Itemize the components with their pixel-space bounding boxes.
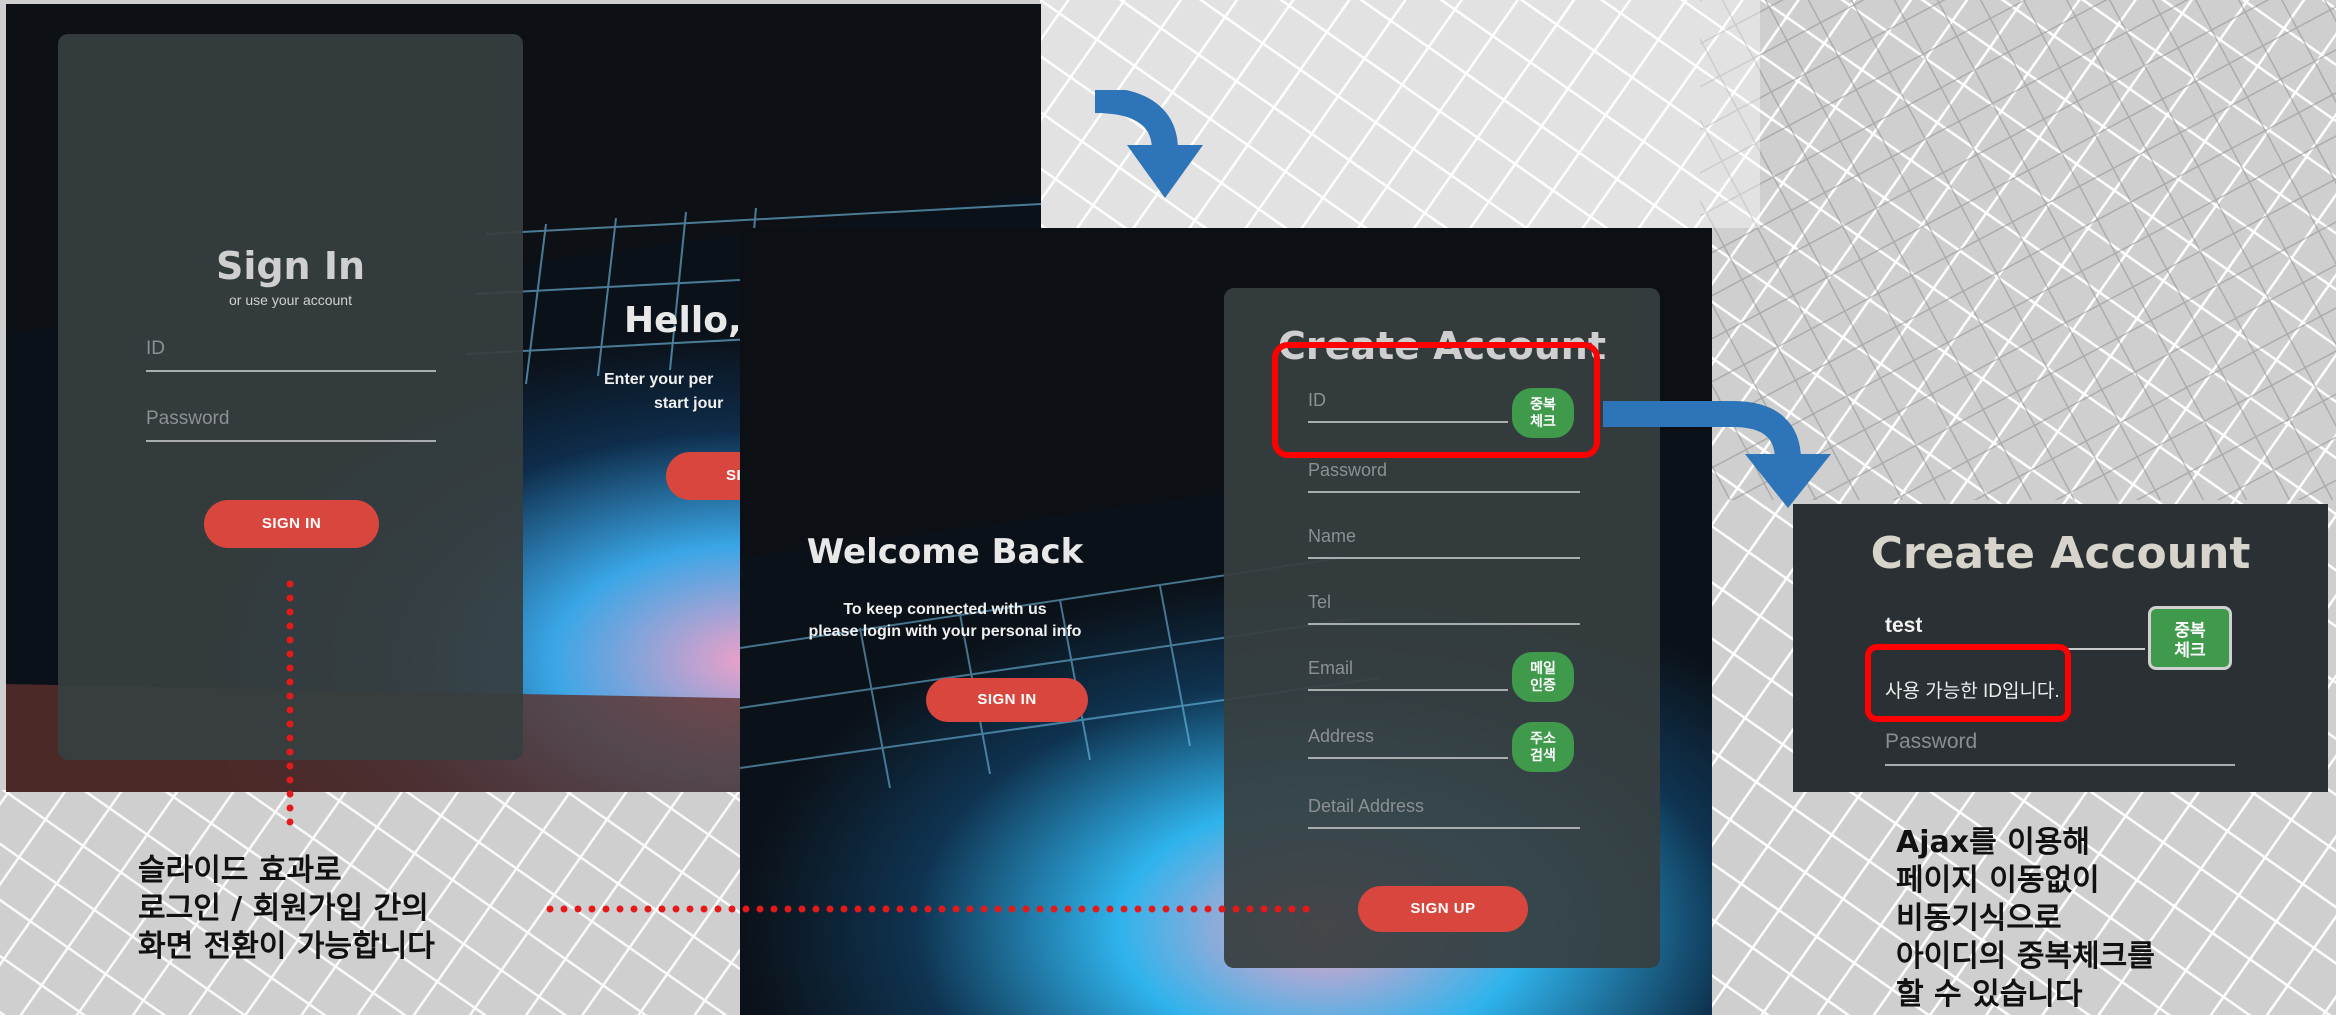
ajax-note-line4: 아이디의 중복체크를 [1896, 939, 2155, 974]
slide-note-line3: 화면 전환이 가능합니다 [138, 929, 435, 964]
ajax-note-line1: Ajax를 이용해 [1896, 825, 2090, 860]
slide-note-line2: 로그인 / 회원가입 간의 [138, 891, 429, 926]
slide-effect-note: 슬라이드 효과로 로그인 / 회원가입 간의 화면 전환이 가능합니다 [138, 852, 435, 966]
ajax-note-line5: 할 수 있습니다 [1896, 977, 2083, 1012]
ajax-note-line3: 비동기식으로 [1896, 901, 2062, 936]
ajax-note: Ajax를 이용해 페이지 이동없이 비동기식으로 아이디의 중복체크를 할 수… [1896, 824, 2155, 1014]
ajax-note-line2: 페이지 이동없이 [1896, 863, 2100, 898]
slide-note-line1: 슬라이드 효과로 [138, 853, 342, 888]
